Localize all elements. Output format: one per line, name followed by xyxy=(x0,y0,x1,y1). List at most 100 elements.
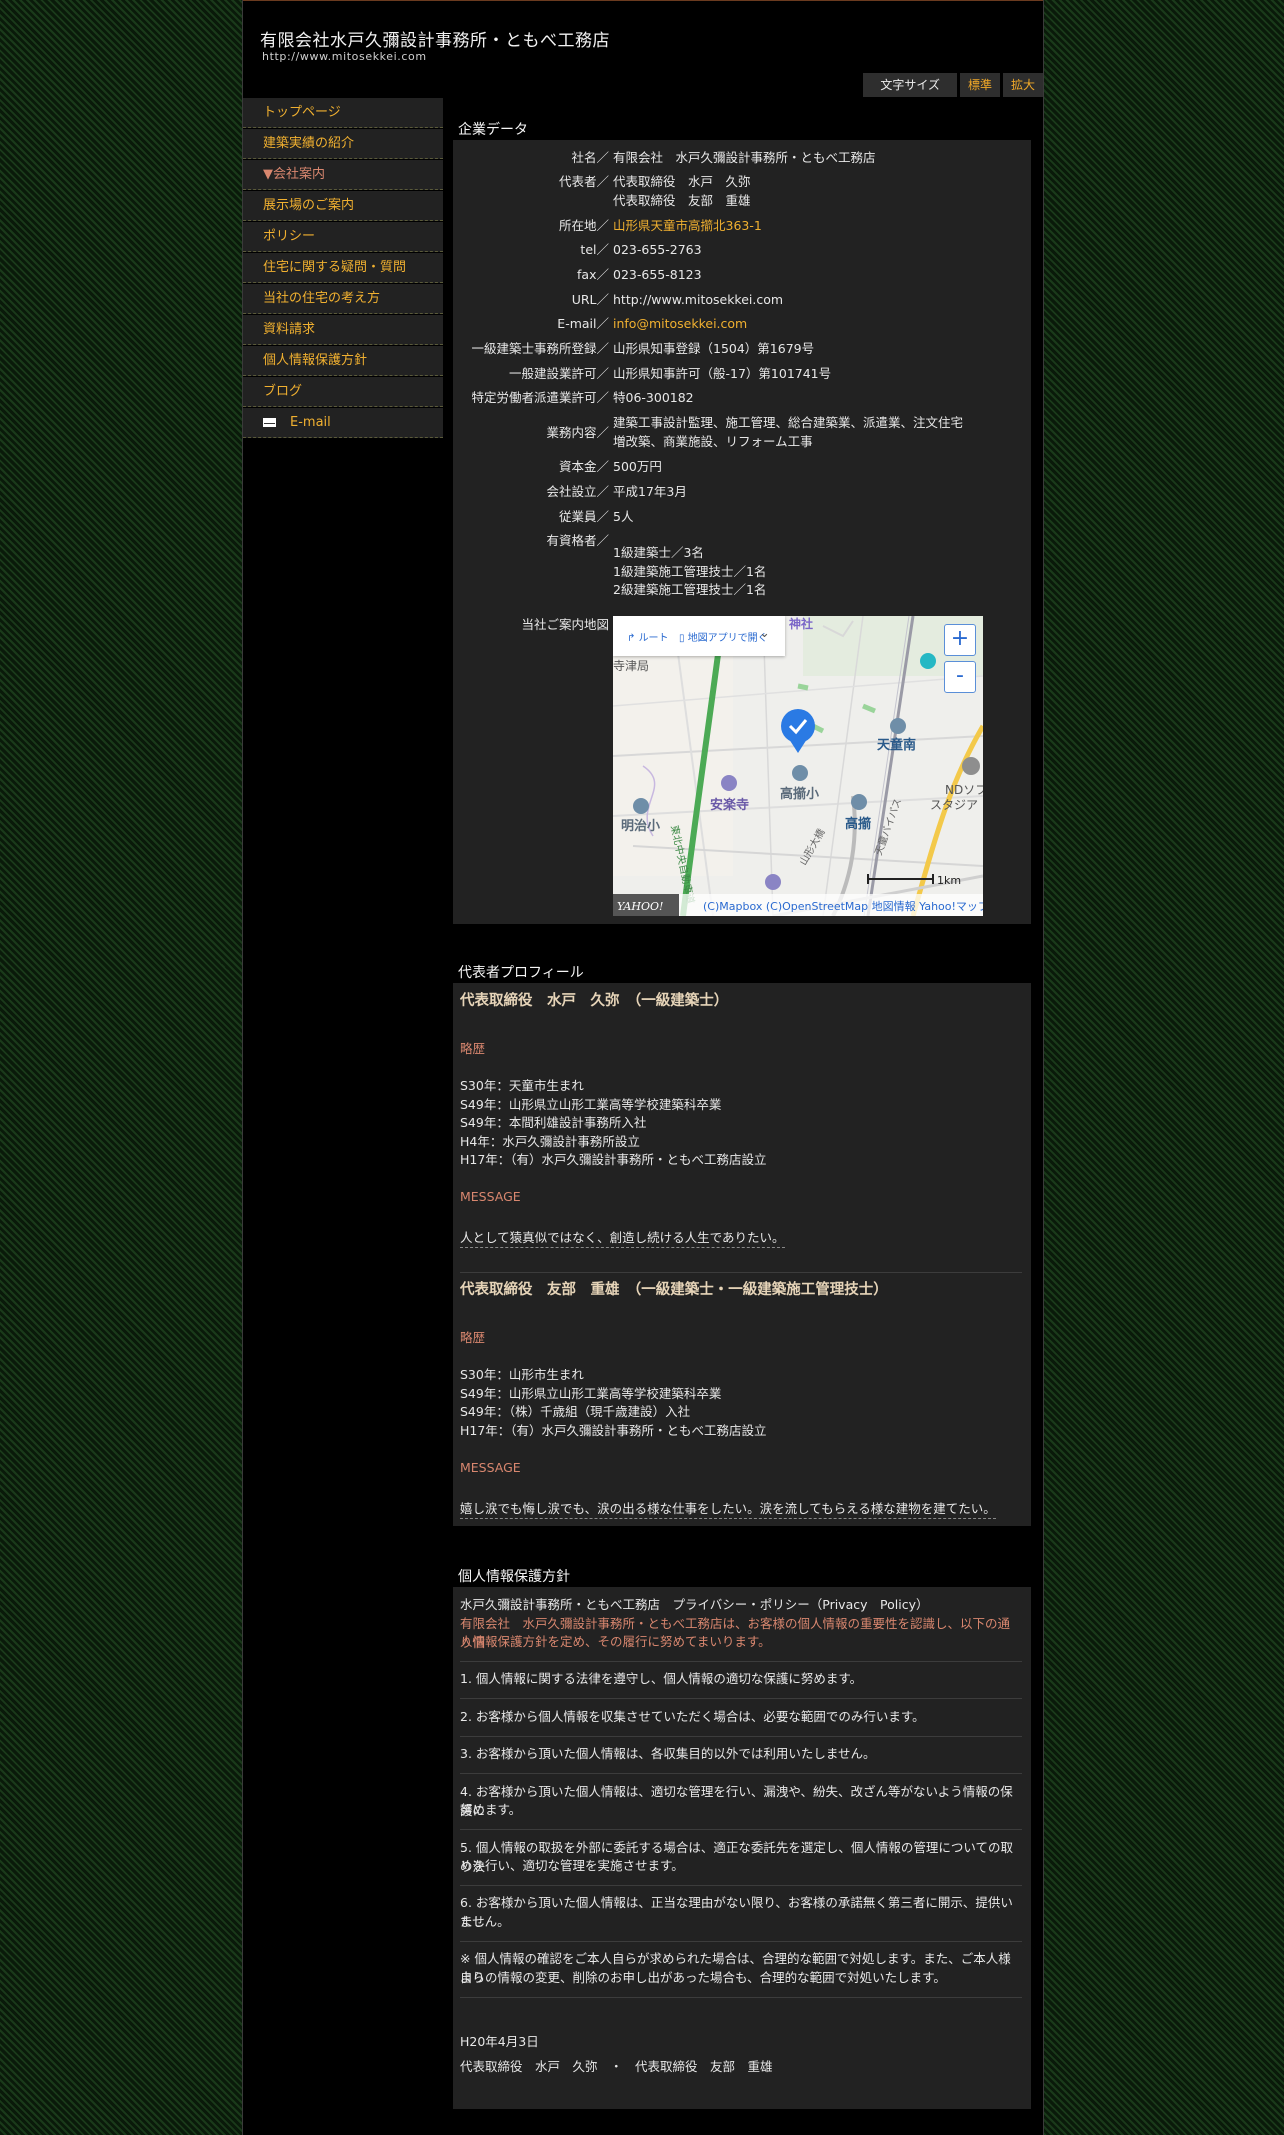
page-frame: 有限会社水戸久彌設計事務所・ともべ工務店 http://www.mitosekk… xyxy=(242,0,1044,2135)
row-value-2: 代表取締役 友部 重雄 xyxy=(613,193,751,208)
message-text-content: 人として猿真似ではなく、創造し続ける人生でありたい。 xyxy=(460,1230,785,1248)
privacy-signature: 代表取締役 水戸 久弥 ・ 代表取締役 友部 重雄 xyxy=(460,2059,773,2074)
row-value: 平成17年3月 xyxy=(613,484,687,499)
divider xyxy=(460,1661,1022,1662)
address-link[interactable]: 山形県天童市高擶北363-1 xyxy=(613,216,762,235)
divider xyxy=(460,1941,1022,1942)
career-line: H4年：水戸久彌設計事務所設立 xyxy=(460,1134,640,1149)
row-value: 有限会社 水戸久彌設計事務所・ともべ工務店 xyxy=(613,150,876,165)
row-value: 建築工事設計監理、施工管理、総合建築業、派遣業、注文住宅 xyxy=(613,415,964,430)
career-line: S49年：山形県立山形工業高等学校建築科卒業 xyxy=(460,1097,722,1112)
font-size-large-button[interactable]: 拡大 xyxy=(1002,73,1043,97)
privacy-item-cont: めを行い、適切な管理を実施させます。 xyxy=(460,1858,684,1873)
sidebar-item-works[interactable]: 建築実績の紹介 xyxy=(243,129,443,159)
message-text: 嬉し涙でも悔し涙でも、涙の出る様な仕事をしたい。涙を流してもらえる様な建物を建て… xyxy=(460,1499,996,1519)
chevron-down-icon[interactable]: ⌄ xyxy=(759,626,770,641)
sidebar-item-philosophy[interactable]: 当社の住宅の考え方 xyxy=(243,284,443,314)
location-map[interactable]: 神社 寺津局 天童南 NDソフト スタジア 高擶小 安楽寺 明治小 高擶 東北中… xyxy=(613,616,983,916)
font-size-switcher: 文字サイズ 標準 拡大 xyxy=(860,73,1043,97)
career-line: S49年：（株）千歳組（現千歳建設）入社 xyxy=(460,1404,691,1419)
email-link[interactable]: info@mitosekkei.com xyxy=(613,314,747,333)
route-button[interactable]: ↱ ルート xyxy=(627,629,669,644)
row-label: URL／ xyxy=(571,292,609,307)
map-scale-label: 1km xyxy=(937,874,961,887)
map-canvas: 神社 寺津局 天童南 NDソフト スタジア 高擶小 安楽寺 明治小 高擶 東北中… xyxy=(613,616,983,916)
privacy-date: H20年4月3日 xyxy=(460,2034,539,2049)
sidebar-item-showroom[interactable]: 展示場のご案内 xyxy=(243,191,443,221)
zoom-out-button[interactable]: - xyxy=(944,661,976,693)
font-size-label: 文字サイズ xyxy=(863,73,957,97)
row-label: 当社ご案内地図 xyxy=(521,617,609,632)
privacy-heading: 水戸久彌設計事務所・ともべ工務店 プライバシー・ポリシー（Privacy Pol… xyxy=(460,1597,929,1612)
message-label: MESSAGE xyxy=(460,1460,521,1475)
divider xyxy=(460,1736,1022,1737)
privacy-item: 1. 個人情報に関する法律を遵守し、個人情報の適切な保護に努めます。 xyxy=(460,1671,863,1686)
map-toolbar: ↱ ルート ▯ 地図アプリで開く ⌄ xyxy=(613,616,785,656)
map-label-anrakuji: 安楽寺 xyxy=(710,797,749,813)
row-label: 特定労働者派遣業許可／ xyxy=(471,390,609,405)
divider xyxy=(460,1997,1022,1998)
row-label: 会社設立／ xyxy=(546,484,609,499)
career-label: 略歴 xyxy=(460,1041,486,1056)
person-name: 代表取締役 水戸 久弥 （一級建築士） xyxy=(460,992,729,1009)
sidebar-item-blog[interactable]: ブログ xyxy=(243,377,443,407)
sidebar-item-email[interactable]: E-mail xyxy=(243,408,443,438)
privacy-item-cont: 努めます。 xyxy=(460,1802,522,1817)
zoom-in-button[interactable]: + xyxy=(944,624,976,656)
sidebar-item-company[interactable]: ▼会社案内 xyxy=(243,160,443,190)
row-value: 023-655-2763 xyxy=(613,242,702,257)
font-size-normal-button[interactable]: 標準 xyxy=(959,73,1000,97)
map-label-nd-soft: NDソフト xyxy=(945,783,983,797)
sidebar-nav: トップページ 建築実績の紹介 ▼会社案内 展示場のご案内 ポリシー 住宅に関する… xyxy=(243,98,443,439)
row-label: 代表者／ xyxy=(558,174,609,189)
privacy-box: 水戸久彌設計事務所・ともべ工務店 プライバシー・ポリシー（Privacy Pol… xyxy=(453,1587,1031,2109)
message-text: 人として猿真似ではなく、創造し続ける人生でありたい。 xyxy=(460,1228,785,1248)
row-label: 所在地／ xyxy=(558,218,609,233)
company-section-title: 企業データ xyxy=(458,122,528,138)
career-line: S49年：本間利雄設計事務所入社 xyxy=(460,1115,647,1130)
row-value-2: 1級建築施工管理技士／1名 xyxy=(613,564,767,579)
map-label-tendo-minami: 天童南 xyxy=(877,737,916,753)
privacy-item: 2. お客様から個人情報を収集させていただく場合は、必要な範囲でのみ行います。 xyxy=(460,1709,925,1724)
sidebar-item-policy[interactable]: ポリシー xyxy=(243,222,443,252)
privacy-item-cont: 自らの情報の変更、削除のお申し出があった場合も、合理的な範囲で対処いたします。 xyxy=(460,1970,946,1985)
message-label: MESSAGE xyxy=(460,1189,521,1204)
divider xyxy=(460,1698,1022,1699)
top-border xyxy=(243,0,1043,1)
map-label-takadama-elementary: 高擶小 xyxy=(780,786,819,802)
message-text-content: 嬉し涙でも悔し涙でも、涙の出る様な仕事をしたい。涙を流してもらえる様な建物を建て… xyxy=(460,1501,996,1519)
sidebar-item-request[interactable]: 資料請求 xyxy=(243,315,443,345)
open-map-app-button[interactable]: ▯ 地図アプリで開く xyxy=(679,629,768,644)
career-line: H17年：（有）水戸久彌設計事務所・ともべ工務店設立 xyxy=(460,1423,767,1438)
row-value: 山形県知事登録（1504）第1679号 xyxy=(613,341,815,356)
map-label-shrine: 神社 xyxy=(789,616,813,631)
row-value: http://www.mitosekkei.com xyxy=(613,292,784,307)
sidebar-item-top[interactable]: トップページ xyxy=(243,98,443,128)
row-label: 社名／ xyxy=(571,150,609,165)
row-label: 一般建設業許可／ xyxy=(508,366,609,381)
sidebar-item-faq[interactable]: 住宅に関する疑問・質問 xyxy=(243,253,443,283)
row-label: 従業員／ xyxy=(558,509,609,524)
row-label: tel／ xyxy=(580,242,609,257)
profile-section-title: 代表者プロフィール xyxy=(458,965,584,981)
person-name: 代表取締役 友部 重雄 （一級建築士・一級建築施工管理技士） xyxy=(460,1281,888,1298)
row-label: 業務内容／ xyxy=(546,425,609,440)
row-value: 特06-300182 xyxy=(613,390,694,405)
map-label-takadama: 高擶 xyxy=(845,816,871,832)
site-title[interactable]: 有限会社水戸久彌設計事務所・ともべ工務店 xyxy=(260,26,610,51)
company-data-box: 社名／ 有限会社 水戸久彌設計事務所・ともべ工務店 代表者／ 代表取締役 水戸 … xyxy=(453,140,1031,924)
row-value: 代表取締役 水戸 久弥 xyxy=(613,174,751,189)
career-line: S30年：山形市生まれ xyxy=(460,1367,584,1382)
divider xyxy=(460,1829,1022,1830)
row-label: E-mail／ xyxy=(557,316,609,331)
row-value: 1級建築士／3名 xyxy=(613,545,704,560)
row-value-2: 増改築、商業施設、リフォーム工事 xyxy=(613,434,813,449)
sidebar-item-privacy[interactable]: 個人情報保護方針 xyxy=(243,346,443,376)
open-map-app-label: 地図アプリで開く xyxy=(687,633,768,644)
divider xyxy=(460,1773,1022,1774)
divider xyxy=(460,1885,1022,1886)
career-line: S49年：山形県立山形工業高等学校建築科卒業 xyxy=(460,1386,722,1401)
privacy-item: 3. お客様から頂いた個人情報は、各収集目的以外では利用いたしません。 xyxy=(460,1746,876,1761)
map-attribution: (C)Mapbox (C)OpenStreetMap 地図情報 Yahoo!マッ… xyxy=(703,899,983,913)
row-value: 5人 xyxy=(613,509,634,524)
